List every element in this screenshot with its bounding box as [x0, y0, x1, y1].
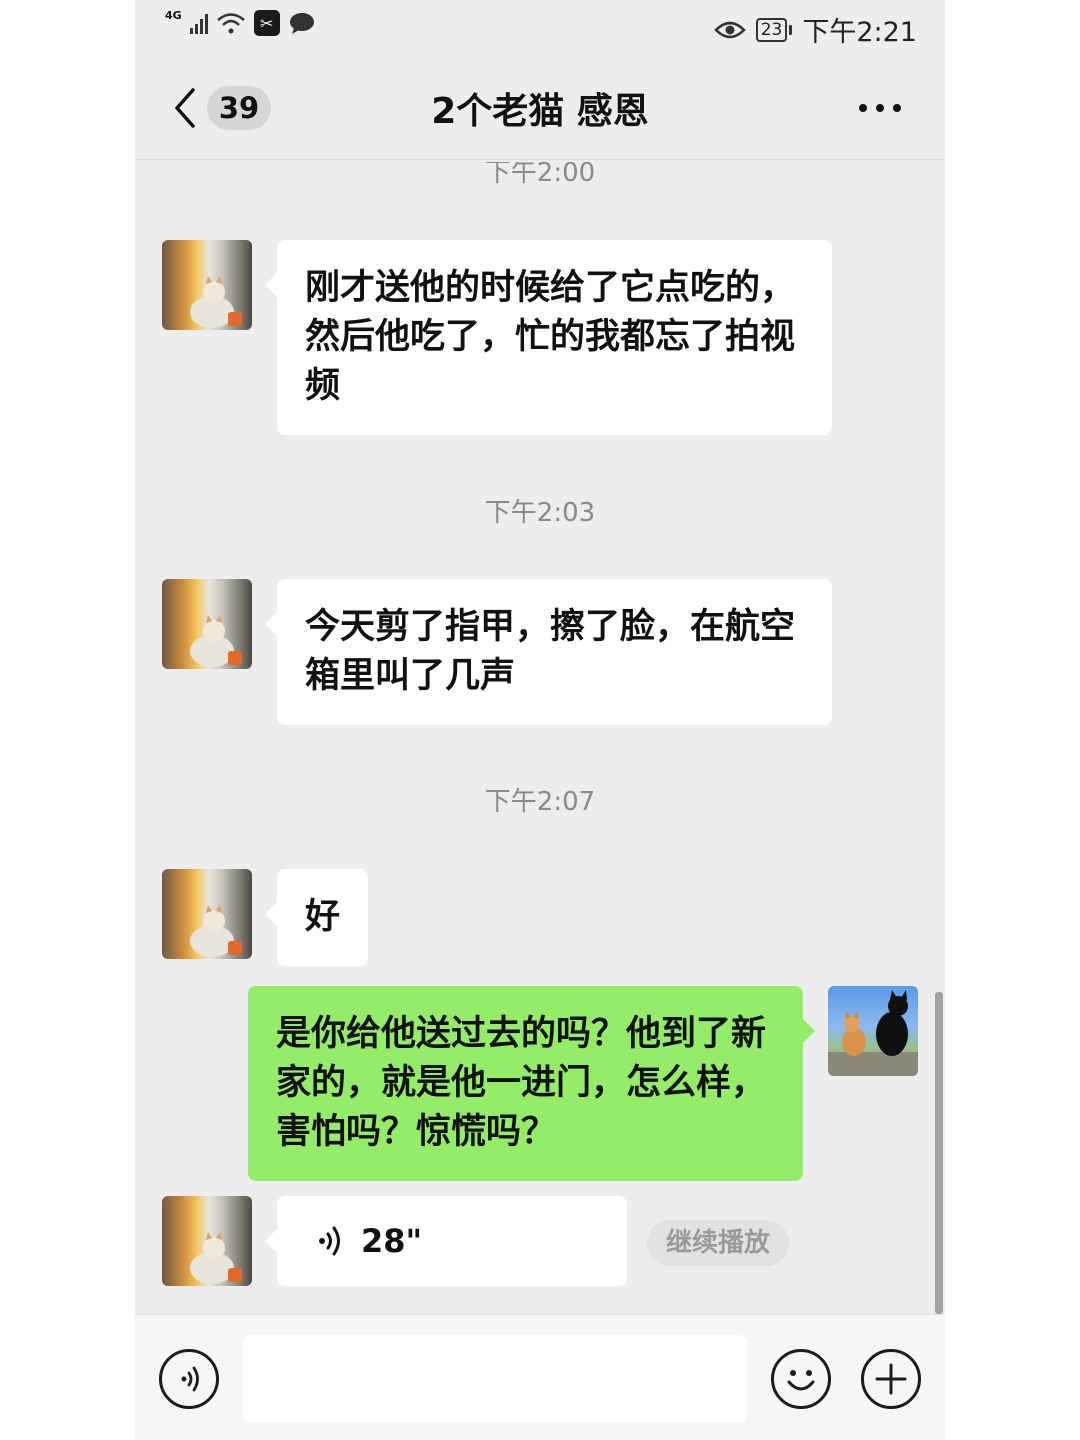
voice-input-icon[interactable]: [159, 1349, 219, 1409]
timestamp: 下午2:03: [484, 498, 596, 528]
battery-icon: 23: [755, 17, 793, 42]
signal-icon: [189, 12, 208, 34]
network-type: 4G: [165, 8, 182, 22]
chat-screen: 4G ✂ 23 下午2:21 39 2个老猫 感恩 下午2:00 刚才送他的时候…: [135, 0, 945, 1440]
wifi-icon: [216, 13, 245, 34]
scrollbar[interactable]: [935, 992, 943, 1314]
cat-photo-icon: [190, 276, 242, 328]
message-bubble[interactable]: 刚才送他的时候给了它点吃的，然后他吃了，忙的我都忘了拍视频: [265, 240, 832, 435]
message-bubble-self[interactable]: 是你给他送过去的吗？他到了新家的，就是他一进门，怎么样，害怕吗？惊慌吗？: [248, 986, 815, 1181]
voice-duration: 28": [361, 1222, 423, 1260]
input-bar: [135, 1314, 945, 1440]
message-bubble[interactable]: 今天剪了指甲，擦了脸，在航空箱里叫了几声: [265, 579, 832, 725]
more-options-icon[interactable]: [859, 104, 901, 112]
voice-message[interactable]: 28": [265, 1196, 627, 1286]
message-icon: [289, 13, 314, 34]
plus-icon[interactable]: [861, 1349, 921, 1409]
capcut-icon: ✂: [253, 10, 280, 36]
status-left: 4G ✂: [165, 8, 316, 36]
message-bubble[interactable]: 好: [264, 869, 369, 966]
contact-avatar[interactable]: [162, 240, 252, 330]
chat-title: 2个老猫 感恩: [431, 91, 649, 132]
battery-level: 23: [755, 17, 788, 42]
message-input[interactable]: [243, 1335, 747, 1423]
my-avatar[interactable]: [828, 986, 918, 1076]
cat-photo-icon: [190, 1232, 242, 1284]
contact-avatar[interactable]: [162, 579, 252, 669]
status-bar: 4G ✂ 23 下午2:21: [135, 0, 945, 58]
contact-avatar[interactable]: [162, 1196, 252, 1286]
status-right: 23 下午2:21: [713, 10, 917, 49]
chat-header: 39 2个老猫 感恩: [135, 58, 945, 160]
cat-photo-icon: [190, 615, 242, 667]
cat-photo-icon: [190, 905, 242, 957]
eye-icon: [713, 21, 746, 38]
timestamp: 下午2:07: [484, 787, 596, 817]
clock: 下午2:21: [802, 17, 917, 48]
emoji-icon[interactable]: [771, 1349, 831, 1409]
voice-wave-icon: [319, 1226, 340, 1256]
resume-playback-button[interactable]: 继续播放: [647, 1220, 789, 1266]
contact-avatar[interactable]: [162, 869, 252, 959]
cats-photo-icon: [828, 990, 918, 1076]
